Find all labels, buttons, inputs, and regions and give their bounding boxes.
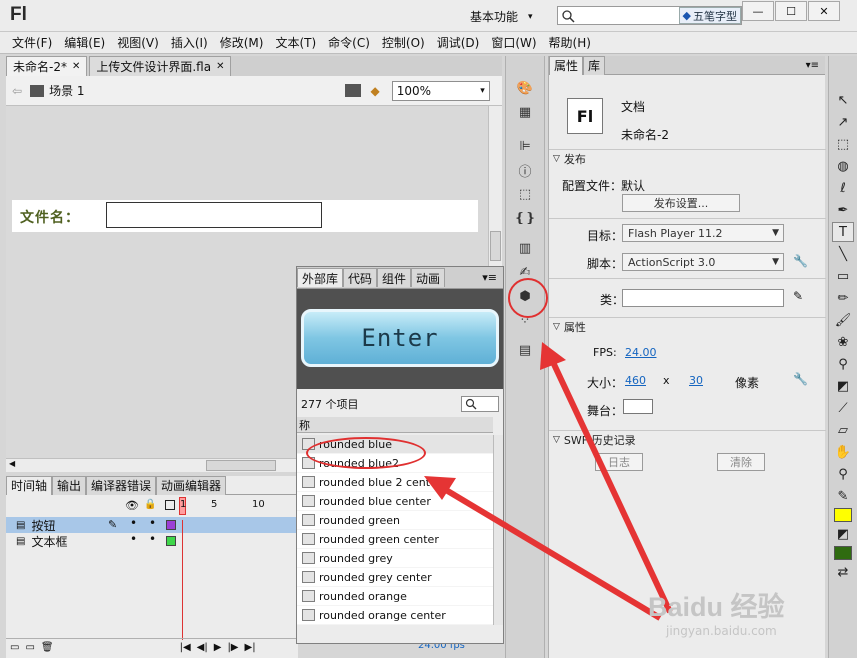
annotation-arrow-to-item [444, 487, 662, 621]
watermark-url: jingyan.baidu.com [666, 624, 777, 638]
annotation-arrow-to-icon [549, 358, 673, 614]
annotation-arrows [424, 342, 673, 621]
